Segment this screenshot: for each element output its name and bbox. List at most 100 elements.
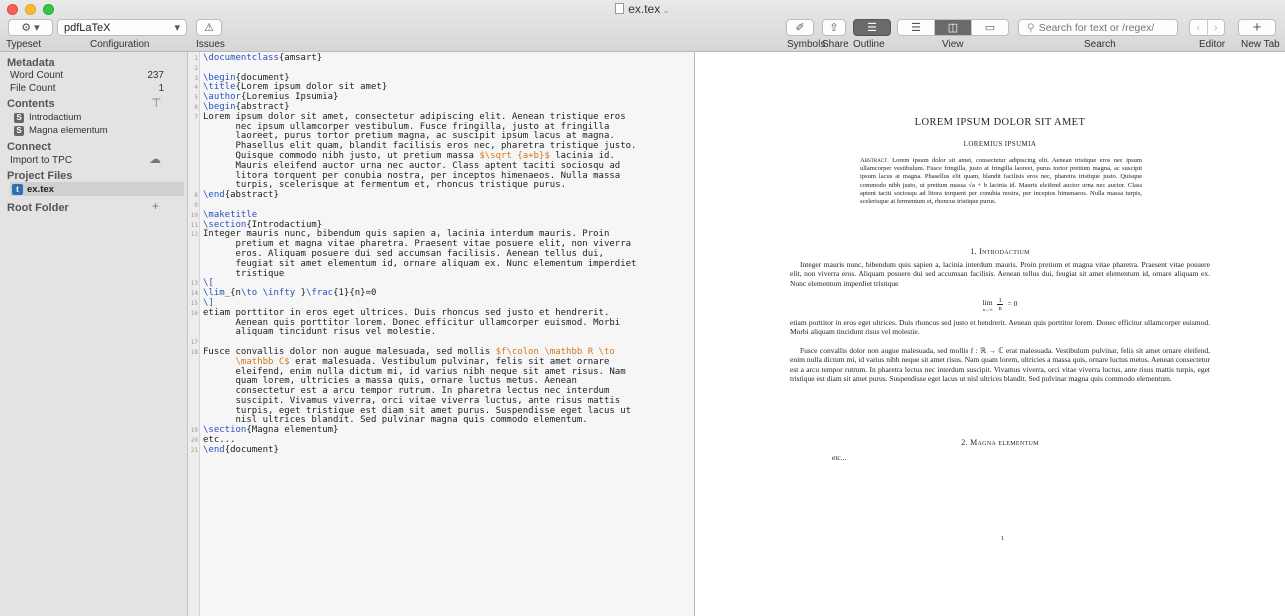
- list-icon: ☰: [911, 22, 921, 34]
- code-line-text: \]: [203, 297, 214, 308]
- line-number: 7: [194, 113, 198, 121]
- code-line-text: Lorem ipsum dolor sit amet, consectetur …: [203, 111, 637, 191]
- line-number: 18: [190, 348, 198, 356]
- section-icon: S: [14, 112, 24, 123]
- code-line[interactable]: 18 Fusce convallis dolor non augue malesu…: [191, 346, 691, 426]
- line-number: 9: [194, 201, 198, 209]
- code-line[interactable]: 1 \documentclass{amsart}: [194, 53, 691, 64]
- source-editor[interactable]: 1 \documentclass{amsart} 2 3 \begin{documen…: [188, 52, 695, 616]
- preview-author: LOREMIUS IPSUMIA: [963, 140, 1037, 148]
- code-line-text: \author{Loremius Ipsumia}: [203, 92, 339, 103]
- word-count-value: 237: [147, 70, 164, 81]
- typeset-label: Typeset: [6, 39, 42, 50]
- typeset-gear-button[interactable]: ⚙ ▾: [8, 19, 53, 36]
- code-line-text: etiam porttitor in eros eget ultrices. D…: [203, 307, 621, 338]
- file-count-row: File Count 1: [10, 83, 178, 94]
- view-split-segment[interactable]: ◫: [935, 20, 972, 35]
- code-line[interactable]: 21 \end{document}: [191, 445, 691, 456]
- import-to-tpc-label: Import to TPC: [10, 155, 73, 166]
- project-file-ex-tex[interactable]: t ex.tex: [10, 182, 184, 196]
- connect-header[interactable]: Connect: [7, 141, 51, 153]
- editor-navigation: ‹ ›: [1189, 19, 1225, 36]
- new-tab-label: New Tab: [1241, 39, 1280, 50]
- code-line[interactable]: 19 \section{Magna elementum}: [191, 425, 691, 436]
- project-files-header[interactable]: Project Files: [7, 170, 72, 182]
- contents-header[interactable]: Contents: [7, 98, 55, 110]
- code-line-text: Integer mauris nunc, bibendum quis sapie…: [203, 229, 637, 279]
- search-label: Search: [1084, 39, 1116, 50]
- file-count-label: File Count: [10, 83, 56, 94]
- view-segmented-control: ☰ ◫ ▭: [897, 19, 1009, 36]
- share-button[interactable]: ⇧: [822, 19, 846, 36]
- search-input[interactable]: [1038, 21, 1169, 34]
- preview-section-2-heading: 2. Magna elementum: [961, 438, 1039, 447]
- line-number: 16: [190, 309, 198, 317]
- code-text-area[interactable]: 1 \documentclass{amsart} 2 3 \begin{documen…: [191, 53, 691, 456]
- view-editor-only-segment[interactable]: ☰: [898, 20, 935, 35]
- forward-button[interactable]: ›: [1208, 20, 1225, 35]
- equation-limit: lim n→∞: [982, 297, 993, 312]
- code-line-text: Fusce convallis dolor non augue malesuad…: [203, 346, 632, 426]
- window-toolbar: ex.tex ⌄ ⚙ ▾ pdfLaTeX ▾ ⚠ Typeset Configu…: [0, 0, 1285, 52]
- view-label: View: [942, 39, 964, 50]
- list-icon: ☰: [867, 22, 877, 34]
- equation-fraction: 1 n: [997, 297, 1003, 312]
- code-line-text: \section{Introdactium}: [203, 219, 323, 230]
- line-number: 13: [190, 280, 198, 288]
- chevron-down-icon: ▾: [174, 22, 180, 34]
- magnifier-icon: ⚲: [1027, 21, 1035, 34]
- contents-item-introdactium[interactable]: S Introdactium: [14, 112, 81, 123]
- code-line[interactable]: 12 Integer mauris nunc, bibendum quis sap…: [191, 229, 691, 279]
- preview-paragraph-2: etiam porttitor in eros eget ultrices. D…: [790, 318, 1210, 337]
- line-number: 1: [194, 55, 198, 62]
- filter-icon[interactable]: ⊤: [151, 96, 161, 110]
- new-tab-button[interactable]: +: [1238, 19, 1276, 36]
- code-line[interactable]: 9: [194, 200, 691, 211]
- page-icon: ▭: [984, 22, 996, 34]
- code-line[interactable]: 8 \end{abstract}: [194, 190, 691, 201]
- view-preview-only-segment[interactable]: ▭: [972, 20, 1008, 35]
- file-count-value: 1: [158, 83, 164, 94]
- line-number: 12: [190, 231, 198, 239]
- metadata-header[interactable]: Metadata: [7, 57, 55, 69]
- pen-icon: ✐: [795, 22, 805, 34]
- line-number-gutter: [188, 52, 200, 616]
- code-line-text: etc...: [203, 435, 236, 446]
- preview-title: LOREM IPSUM DOLOR SIT AMET: [914, 117, 1086, 128]
- code-line[interactable]: 7 Lorem ipsum dolor sit amet, consectetur…: [194, 111, 691, 191]
- outline-button[interactable]: ☰: [853, 19, 891, 36]
- word-count-label: Word Count: [10, 70, 64, 81]
- tex-file-icon: t: [12, 183, 23, 195]
- root-folder-header[interactable]: Root Folder: [7, 202, 69, 214]
- plus-icon: +: [1252, 19, 1262, 36]
- gear-icon: ⚙ ▾: [21, 22, 40, 34]
- line-number: 2: [194, 64, 198, 72]
- preview-equation: lim n→∞ 1 n = 0: [695, 297, 1285, 312]
- split-view-icon: ◫: [947, 22, 959, 34]
- chevron-down-icon[interactable]: ⌄: [662, 5, 670, 15]
- back-button[interactable]: ‹: [1190, 20, 1208, 35]
- search-field[interactable]: ⚲: [1018, 19, 1178, 36]
- pdf-preview[interactable]: LOREM IPSUM DOLOR SIT AMET LOREMIUS IPSU…: [695, 52, 1285, 616]
- line-number: 6: [194, 103, 198, 111]
- document-icon: [615, 3, 625, 14]
- code-line[interactable]: 16 etiam porttitor in eros eget ultrices.…: [191, 307, 691, 338]
- preview-paragraph-3: Fusce convallis dolor non augue malesuad…: [790, 346, 1210, 384]
- abstract-label: Abstract.: [860, 157, 889, 164]
- line-number: 15: [190, 299, 198, 307]
- typeset-engine-value: pdfLaTeX: [64, 21, 111, 34]
- line-number: 21: [190, 446, 198, 454]
- code-line-text: \begin{document}: [203, 72, 290, 83]
- symbols-button[interactable]: ✐: [786, 19, 814, 36]
- contents-item-magna-elementum[interactable]: S Magna elementum: [14, 125, 108, 136]
- window-title: ex.tex ⌄: [0, 2, 1285, 16]
- cloud-upload-icon[interactable]: ☁: [149, 152, 161, 166]
- plus-icon[interactable]: +: [152, 199, 159, 213]
- code-line[interactable]: 14 \lim_{n\to \infty }\frac{1}{n}=0: [191, 288, 691, 299]
- line-number: 19: [190, 427, 198, 435]
- issues-button[interactable]: ⚠: [196, 19, 222, 36]
- typeset-engine-select[interactable]: pdfLaTeX ▾: [57, 19, 187, 36]
